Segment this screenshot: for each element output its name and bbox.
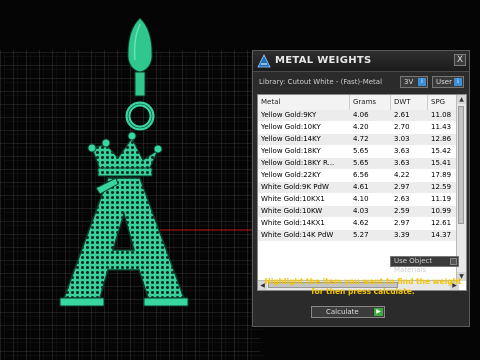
table-row[interactable]: Yellow Gold:18KY R... 5.65 3.63 15.41 — [258, 158, 458, 170]
table-cell-grams: 5.65 — [353, 147, 369, 155]
table-cell-grams: 4.10 — [353, 195, 369, 203]
table-cell-dwt: 3.03 — [394, 135, 410, 143]
column-header-spg[interactable]: SPG — [428, 95, 458, 110]
table-cell-dwt: 2.63 — [394, 195, 410, 203]
table-row[interactable]: White Gold:14K PdW 5.27 3.39 14.37 — [258, 230, 458, 242]
table-cell-spg: 17.89 — [431, 171, 452, 179]
table-cell-metal: Yellow Gold:9KY — [261, 111, 317, 119]
table-cell-dwt: 3.63 — [394, 159, 410, 167]
table-cell-metal: White Gold:10KX1 — [261, 195, 325, 203]
table-row[interactable]: Yellow Gold:18KY 5.65 3.63 15.42 — [258, 146, 458, 158]
library-label: Library: Cutout White - (Fast)-Metal — [259, 78, 383, 86]
table-cell-grams: 5.65 — [353, 159, 369, 167]
table-cell-dwt: 2.61 — [394, 111, 410, 119]
play-icon: ▶ — [374, 308, 383, 316]
calculate-label: Calculate — [326, 308, 359, 316]
table-cell-dwt: 2.97 — [394, 219, 410, 227]
bail — [127, 17, 153, 73]
table-cell-spg: 11.43 — [431, 123, 452, 131]
table-cell-dwt: 3.39 — [394, 231, 410, 239]
table-cell-spg: 10.99 — [431, 207, 452, 215]
scroll-up-icon[interactable]: ▲ — [457, 95, 466, 104]
table-cell-dwt: 2.70 — [394, 123, 410, 131]
info-icon: i — [454, 78, 462, 86]
table-cell-spg: 14.37 — [431, 231, 452, 239]
table-cell-metal: White Gold:14KX1 — [261, 219, 325, 227]
column-header-metal[interactable]: Metal — [258, 95, 350, 110]
scroll-thumb[interactable] — [458, 106, 464, 224]
table-cell-dwt: 3.63 — [394, 147, 410, 155]
table-cell-grams: 4.61 — [353, 183, 369, 191]
toggle-3v-label: 3V — [404, 78, 414, 86]
column-header-grams[interactable]: Grams — [350, 95, 391, 110]
table-cell-dwt: 2.97 — [394, 183, 410, 191]
instruction-text: Highlight the item you want to find the … — [264, 277, 462, 296]
close-icon[interactable]: X — [454, 54, 466, 66]
table-row[interactable]: White Gold:14KX1 4.62 2.97 12.61 — [258, 218, 458, 230]
table-cell-metal: Yellow Gold:10KY — [261, 123, 321, 131]
table-cell-grams: 6.56 — [353, 171, 369, 179]
table-row[interactable]: White Gold:10KW 4.03 2.59 10.99 — [258, 206, 458, 218]
calculate-button[interactable]: Calculate ▶ — [311, 306, 385, 318]
toggle-3v[interactable]: 3V i — [400, 76, 428, 88]
table-cell-grams: 4.62 — [353, 219, 369, 227]
table-cell-metal: White Gold:10KW — [261, 207, 323, 215]
table-cell-spg: 15.41 — [431, 159, 452, 167]
table-cell-dwt: 4.22 — [394, 171, 410, 179]
table-cell-spg: 12.59 — [431, 183, 452, 191]
table-cell-grams: 4.03 — [353, 207, 369, 215]
table-cell-grams: 4.20 — [353, 123, 369, 131]
table-cell-dwt: 2.59 — [394, 207, 410, 215]
use-object-materials-dropdown[interactable]: Use Object Materials — [390, 256, 459, 274]
table-cell-spg: 11.19 — [431, 195, 452, 203]
table-row[interactable]: Yellow Gold:10KY 4.20 2.70 11.43 — [258, 122, 458, 134]
table-cell-spg: 11.08 — [431, 111, 452, 119]
info-icon: i — [418, 78, 426, 86]
table-cell-spg: 12.86 — [431, 135, 452, 143]
toggle-user-label: User — [436, 78, 452, 86]
table-cell-metal: Yellow Gold:14KY — [261, 135, 321, 143]
table-cell-spg: 12.61 — [431, 219, 452, 227]
toggle-user[interactable]: User i — [432, 76, 464, 88]
table-cell-grams: 4.06 — [353, 111, 369, 119]
table-row[interactable]: White Gold:9K PdW 4.61 2.97 12.59 — [258, 182, 458, 194]
table-cell-metal: Yellow Gold:18KY — [261, 147, 321, 155]
table-cell-grams: 5.27 — [353, 231, 369, 239]
table-cell-metal: Yellow Gold:18KY R... — [261, 159, 335, 167]
table-cell-metal: White Gold:9K PdW — [261, 183, 329, 191]
panel-titlebar[interactable]: METAL WEIGHTS X — [253, 51, 469, 72]
table-cell-metal: White Gold:14K PdW — [261, 231, 334, 239]
table-header: Metal Grams DWT SPG — [258, 95, 458, 111]
vertical-scrollbar[interactable]: ▲ ▼ — [456, 95, 466, 281]
table-cell-metal: Yellow Gold:22KY — [261, 171, 321, 179]
table-row[interactable]: White Gold:10KX1 4.10 2.63 11.19 — [258, 194, 458, 206]
dropdown-icon — [450, 258, 457, 265]
column-header-dwt[interactable]: DWT — [391, 95, 428, 110]
table-row[interactable]: Yellow Gold:9KY 4.06 2.61 11.08 — [258, 110, 458, 122]
panel-title: METAL WEIGHTS — [275, 55, 372, 66]
table-row[interactable]: Yellow Gold:14KY 4.72 3.03 12.86 — [258, 134, 458, 146]
table-row[interactable]: Yellow Gold:22KY 6.56 4.22 17.89 — [258, 170, 458, 182]
table-cell-spg: 15.42 — [431, 147, 452, 155]
metal-weights-panel: METAL WEIGHTS X Library: Cutout White - … — [252, 50, 470, 327]
table-cell-grams: 4.72 — [353, 135, 369, 143]
app-logo-icon — [257, 54, 271, 68]
